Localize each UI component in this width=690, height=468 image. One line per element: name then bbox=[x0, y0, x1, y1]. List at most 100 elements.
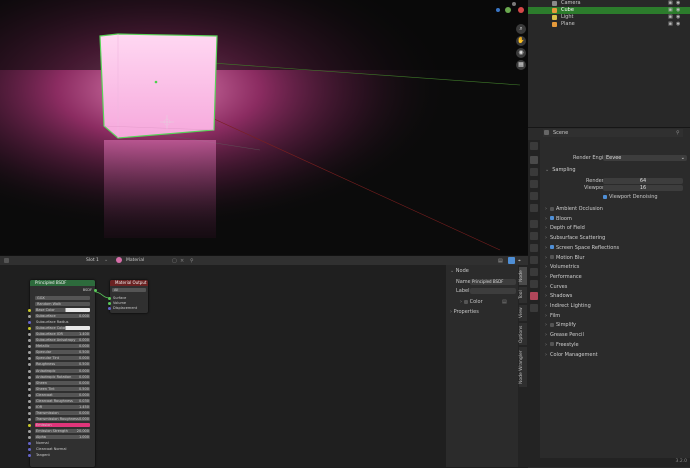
input-socket[interactable] bbox=[28, 357, 31, 361]
slot-dropdown[interactable]: Slot 1 bbox=[86, 258, 99, 263]
sidebar-toggle-icon[interactable]: ▤ bbox=[498, 258, 503, 264]
data-tab-icon[interactable] bbox=[530, 280, 538, 288]
eye-icon[interactable]: ◉ bbox=[676, 14, 680, 21]
input-socket[interactable] bbox=[28, 363, 31, 367]
render-visibility-icon[interactable]: ▣ bbox=[668, 7, 673, 14]
output-tab-icon[interactable] bbox=[530, 168, 538, 176]
section-bloom[interactable]: › Bloom bbox=[545, 215, 572, 223]
tab-view[interactable]: View bbox=[519, 305, 527, 321]
input-socket[interactable] bbox=[28, 369, 31, 373]
modifier-tab-icon[interactable] bbox=[530, 232, 538, 240]
section-screen-space-reflections[interactable]: › Screen Space Reflections bbox=[545, 244, 619, 252]
color-checkbox[interactable]: › Color bbox=[460, 299, 483, 305]
color-presets-icon[interactable]: ▤ bbox=[502, 299, 507, 305]
checkbox-icon[interactable] bbox=[550, 322, 554, 327]
section-indirect-lighting[interactable]: › Indirect Lighting bbox=[545, 302, 591, 310]
outliner-item-camera[interactable]: Camera ▣ ◉ bbox=[528, 0, 690, 7]
input-socket[interactable] bbox=[28, 448, 31, 452]
cube-object[interactable] bbox=[99, 33, 218, 139]
outliner-item-light[interactable]: Light ▣ ◉ bbox=[528, 14, 690, 21]
world-tab-icon[interactable] bbox=[530, 204, 538, 212]
physics-tab-icon[interactable] bbox=[530, 256, 538, 264]
zoom-icon[interactable]: ⌕ bbox=[516, 24, 526, 34]
section-ambient-occlusion[interactable]: › Ambient Occlusion bbox=[545, 205, 603, 213]
input-socket[interactable] bbox=[28, 436, 31, 440]
input-socket[interactable] bbox=[28, 411, 31, 415]
material-tab-icon[interactable] bbox=[530, 292, 538, 300]
input-socket[interactable] bbox=[28, 315, 31, 319]
input-socket[interactable] bbox=[28, 405, 31, 409]
snap-icon[interactable]: ⌖ bbox=[518, 258, 521, 264]
section-shadows[interactable]: › Shadows bbox=[545, 292, 572, 300]
pan-hand-icon[interactable]: ✋ bbox=[516, 36, 526, 46]
input-socket[interactable] bbox=[28, 345, 31, 349]
displacement-input-socket[interactable] bbox=[108, 307, 111, 310]
outliner-item-plane[interactable]: Plane ▣ ◉ bbox=[528, 21, 690, 28]
view-layer-tab-icon[interactable] bbox=[530, 180, 538, 188]
checkbox-icon[interactable] bbox=[550, 342, 554, 347]
render-visibility-icon[interactable]: ▣ bbox=[668, 0, 673, 7]
node-name-field[interactable]: Principled BSDF bbox=[470, 279, 516, 285]
input-socket[interactable] bbox=[28, 442, 31, 446]
pin-icon[interactable]: ⚲ bbox=[190, 258, 194, 264]
input-socket[interactable] bbox=[28, 375, 31, 379]
tab-tool[interactable]: Tool bbox=[519, 287, 527, 303]
scene-tab-icon[interactable] bbox=[530, 192, 538, 200]
object-tab-icon[interactable] bbox=[530, 220, 538, 228]
copy-icon[interactable]: ▢ bbox=[172, 258, 177, 264]
outliner-item-cube[interactable]: Cube ▣ ◉ bbox=[528, 7, 690, 14]
section-subsurface-scattering[interactable]: › Subsurface Scattering bbox=[545, 234, 605, 242]
section-simplify[interactable]: › Simplify bbox=[545, 321, 576, 329]
render-tab-icon[interactable] bbox=[530, 156, 538, 164]
principled-bsdf-node[interactable]: Principled BSDF BSDF GGX Random Walk Bas… bbox=[28, 280, 97, 467]
input-socket[interactable] bbox=[28, 454, 31, 458]
section-curves[interactable]: › Curves bbox=[545, 283, 567, 291]
3d-viewport[interactable]: ⌕ ✋ ◉ ▦ bbox=[0, 0, 528, 255]
constraints-tab-icon[interactable] bbox=[530, 268, 538, 276]
material-output-node[interactable]: Material Output All Surface Volume Displ… bbox=[108, 280, 148, 313]
render-engine-dropdown[interactable]: Eevee ⌄ bbox=[603, 155, 687, 161]
section-grease-pencil[interactable]: › Grease Pencil bbox=[545, 331, 584, 339]
eye-icon[interactable]: ◉ bbox=[676, 0, 680, 7]
viewport-denoising-checkbox[interactable]: Viewport Denoising bbox=[603, 194, 658, 200]
node-editor-canvas[interactable]: Principled BSDF BSDF GGX Random Walk Bas… bbox=[0, 265, 446, 467]
node-label-field[interactable] bbox=[470, 288, 516, 294]
render-visibility-icon[interactable]: ▣ bbox=[668, 14, 673, 21]
subsurface-method-dropdown[interactable]: Random Walk bbox=[35, 302, 90, 306]
checkbox-icon[interactable] bbox=[550, 255, 554, 259]
section-motion-blur[interactable]: › Motion Blur bbox=[545, 254, 585, 262]
outliner-panel[interactable]: Camera ▣ ◉ Cube ▣ ◉ Light ▣ ◉ Plane ▣ ◉ bbox=[528, 0, 690, 127]
input-socket[interactable] bbox=[28, 423, 31, 427]
eye-icon[interactable]: ◉ bbox=[676, 21, 680, 28]
input-socket[interactable] bbox=[28, 327, 31, 331]
texture-tab-icon[interactable] bbox=[530, 304, 538, 312]
input-socket[interactable] bbox=[28, 321, 31, 325]
close-icon[interactable]: × bbox=[180, 258, 184, 264]
section-volumetrics[interactable]: › Volumetrics bbox=[545, 263, 579, 271]
section-depth-of-field[interactable]: › Depth of Field bbox=[545, 224, 585, 232]
tool-tab-icon[interactable] bbox=[530, 142, 538, 150]
properties-panel-header[interactable]: › Properties bbox=[450, 309, 479, 315]
input-socket[interactable] bbox=[28, 339, 31, 343]
input-socket[interactable] bbox=[28, 333, 31, 337]
sampling-section-header[interactable]: ⌄ Sampling bbox=[545, 166, 576, 174]
section-performance[interactable]: › Performance bbox=[545, 273, 582, 281]
eye-icon[interactable]: ◉ bbox=[676, 7, 680, 14]
render-samples-field[interactable]: 64 bbox=[603, 178, 683, 184]
camera-view-icon[interactable]: ◉ bbox=[516, 48, 526, 58]
particles-tab-icon[interactable] bbox=[530, 244, 538, 252]
input-socket[interactable] bbox=[28, 387, 31, 391]
checkbox-icon[interactable] bbox=[550, 216, 554, 221]
overlay-icon[interactable] bbox=[508, 257, 515, 264]
input-socket[interactable] bbox=[28, 399, 31, 403]
checkbox-icon[interactable] bbox=[550, 245, 554, 250]
section-film[interactable]: › Film bbox=[545, 312, 560, 320]
section-color-management[interactable]: › Color Management bbox=[545, 351, 598, 359]
input-socket[interactable] bbox=[28, 430, 31, 433]
distribution-dropdown[interactable]: GGX bbox=[35, 296, 90, 300]
section-freestyle[interactable]: › Freestyle bbox=[545, 341, 579, 349]
bsdf-output-socket[interactable] bbox=[94, 289, 97, 292]
tab-node[interactable]: Node bbox=[519, 267, 527, 285]
editor-type-icon[interactable] bbox=[4, 258, 9, 263]
surface-input-socket[interactable] bbox=[108, 297, 111, 300]
